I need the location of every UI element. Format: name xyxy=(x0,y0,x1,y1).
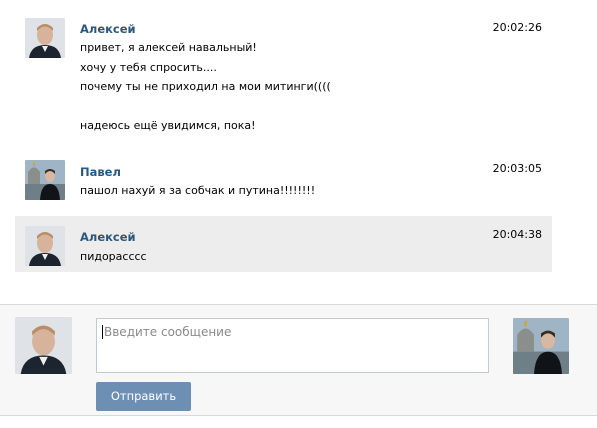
message-input-placeholder: Введите сообщение xyxy=(104,325,232,339)
message-author[interactable]: Павел xyxy=(80,165,121,179)
message-author[interactable]: Алексей xyxy=(80,22,136,36)
message-timestamp: 20:04:38 xyxy=(492,228,542,241)
message-text-line: пидорасссс xyxy=(80,250,147,263)
message-text-line: почему ты не приходил на мои митинги(((( xyxy=(80,80,331,93)
message-author[interactable]: Алексей xyxy=(80,230,136,244)
message-item: Павел 20:03:05 пашол нахуй я за собчак и… xyxy=(15,152,552,208)
message-timestamp: 20:02:26 xyxy=(492,21,542,34)
message-text-line: пашол нахуй я за собчак и путина!!!!!!!! xyxy=(80,184,316,197)
avatar-aleksey[interactable] xyxy=(25,226,65,266)
recipient-avatar[interactable] xyxy=(513,318,569,374)
message-timestamp: 20:03:05 xyxy=(492,162,542,175)
message-input[interactable]: Введите сообщение xyxy=(96,318,489,373)
my-avatar[interactable] xyxy=(15,317,72,374)
message-item: Алексей 20:02:26 привет, я алексей навал… xyxy=(15,8,552,138)
message-text-line xyxy=(80,97,331,117)
avatar-aleksey[interactable] xyxy=(25,18,65,58)
message-text-line: надеюсь ещё увидимся, пока! xyxy=(80,119,256,132)
message-text-line: хочу у тебя спросить.... xyxy=(80,60,217,74)
message-text-line: привет, я алексей навальный! xyxy=(80,41,257,54)
message-item-selected: Алексей 20:04:38 пидорасссс xyxy=(15,216,552,272)
text-caret xyxy=(102,325,103,339)
send-button[interactable]: Отправить xyxy=(96,382,191,411)
avatar-pavel[interactable] xyxy=(25,160,65,200)
compose-divider-bottom xyxy=(0,415,597,416)
